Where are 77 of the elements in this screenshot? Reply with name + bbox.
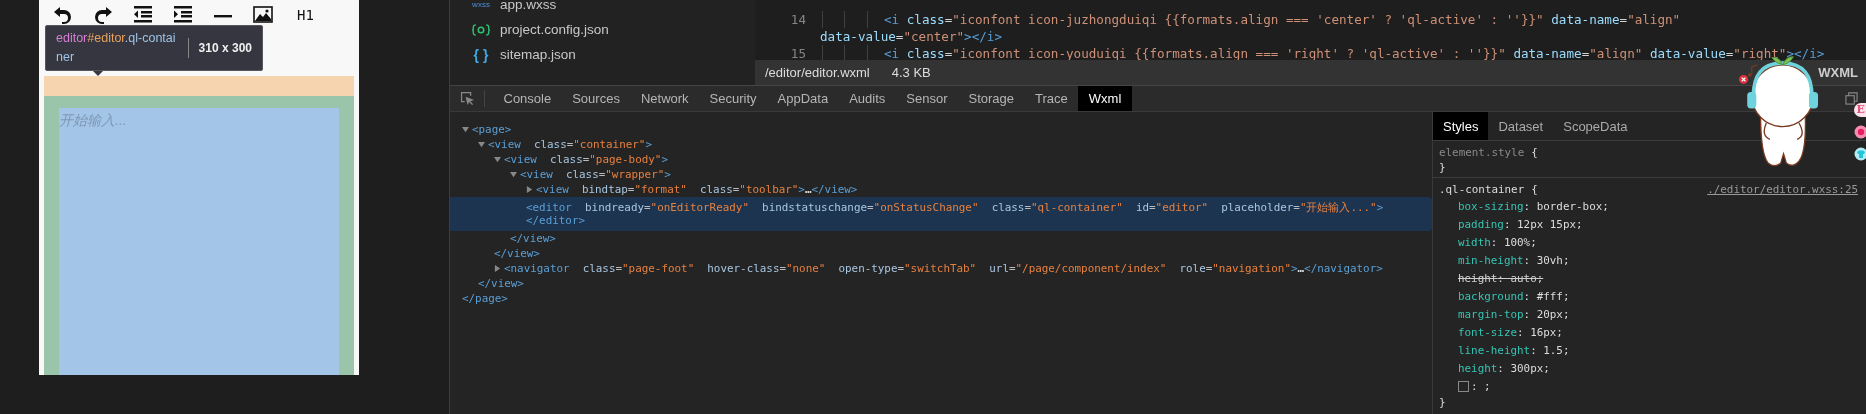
- node-close-tag: </editor>: [526, 214, 585, 227]
- flower-badge-icon[interactable]: [1854, 125, 1866, 139]
- wxml-node[interactable]: <page>: [472, 123, 512, 136]
- expand-arrow-icon[interactable]: [494, 265, 501, 272]
- file-item[interactable]: project.config.json: [450, 17, 755, 42]
- line-number: 15: [789, 46, 806, 60]
- node-close-tag: </view>: [478, 277, 524, 290]
- wxml-node[interactable]: <view class="container">: [488, 138, 652, 151]
- expand-arrow-icon[interactable]: [494, 156, 501, 163]
- image-icon[interactable]: [253, 4, 273, 24]
- devtools-tab[interactable]: Console: [493, 86, 562, 111]
- devtools-tab[interactable]: AppData: [767, 86, 839, 111]
- config-file-icon: [470, 23, 492, 36]
- style-declaration[interactable]: width: 100%;: [1458, 235, 1537, 249]
- devtools-tab[interactable]: Network: [630, 86, 700, 111]
- style-declaration[interactable]: min-height: 30vh;: [1458, 253, 1570, 267]
- empty-declaration[interactable]: : ;: [1471, 379, 1491, 393]
- restore-window-icon[interactable]: [1845, 92, 1858, 105]
- rule-selector: .ql-container: [1439, 183, 1525, 196]
- brace: {: [1531, 183, 1538, 196]
- wxss-file-icon: wxss: [470, 0, 492, 9]
- style-declaration[interactable]: height: 300px;: [1458, 361, 1550, 375]
- file-path: /editor/editor.wxml: [765, 65, 870, 80]
- node-open-tag: <editor bindready="onEditorReady" bindstatuschange="onStatusChange" class="ql-container" id="editor" placeholder="开始输入...">: [526, 201, 1384, 214]
- element-style-selector: element.style: [1439, 146, 1525, 159]
- indent-icon[interactable]: [173, 4, 193, 24]
- size-text: 310 x 300: [198, 41, 252, 55]
- brace: }: [1439, 161, 1446, 174]
- devtools-tab[interactable]: Audits: [838, 86, 896, 111]
- language-label: WXML: [1818, 65, 1858, 80]
- devtools-tab[interactable]: Wxml: [1078, 86, 1132, 111]
- style-declaration[interactable]: height: auto;: [1458, 271, 1544, 285]
- code-line: <i class="iconfont icon-juzhongduiqi {{formats.align === 'center' ? 'ql-active' : ''}}" data-name="align": [884, 12, 1681, 27]
- styles-tab[interactable]: Dataset: [1488, 112, 1554, 140]
- devtools-tab[interactable]: Security: [699, 86, 768, 111]
- wxml-node[interactable]: <editor bindready="onEditorReady" bindstatuschange="onStatusChange" class="ql-container" id="editor" placeholder="开始输入..."> </editor>: [450, 197, 1432, 231]
- style-declaration[interactable]: margin-top: 20px;: [1458, 307, 1570, 321]
- styles-tab[interactable]: ScopeData: [1553, 112, 1638, 140]
- shirt-badge-icon[interactable]: [1854, 147, 1866, 161]
- devtools-tab[interactable]: Sensor: [895, 86, 958, 111]
- wxml-node[interactable]: <view class="wrapper">: [520, 168, 671, 181]
- inspect-icon[interactable]: [460, 91, 475, 106]
- json-file-icon: { }: [470, 46, 492, 63]
- expand-arrow-icon[interactable]: [478, 141, 485, 148]
- wxml-node[interactable]: <view class="page-body">: [504, 153, 668, 166]
- redo-icon[interactable]: [93, 4, 113, 24]
- style-declaration[interactable]: box-sizing: border-box;: [1458, 199, 1609, 213]
- style-declaration[interactable]: background: #fff;: [1458, 289, 1570, 303]
- expand-arrow-icon[interactable]: [510, 171, 517, 178]
- undo-icon[interactable]: [53, 4, 73, 24]
- checkbox[interactable]: [1458, 380, 1469, 392]
- outdent-icon[interactable]: [133, 4, 153, 24]
- styles-tab[interactable]: Styles: [1433, 112, 1489, 140]
- file-item[interactable]: { } sitemap.json: [450, 42, 755, 67]
- devtools-tab[interactable]: Storage: [958, 86, 1025, 111]
- heading-button[interactable]: H1: [297, 7, 314, 23]
- expand-arrow-icon[interactable]: [462, 126, 469, 133]
- node-close-tag: </page>: [462, 292, 508, 305]
- source-link[interactable]: ./editor/editor.wxss:25: [1707, 183, 1858, 196]
- wxml-node[interactable]: <navigator class="page-foot" hover-class="none" open-type="switchTab" url="/page/component/index" role="navigation">…</navigator>: [504, 262, 1383, 275]
- style-declaration[interactable]: font-size: 16px;: [1458, 325, 1563, 339]
- brace: }: [1439, 396, 1446, 409]
- devtools-tab[interactable]: Sources: [561, 86, 631, 111]
- line-number: 14: [789, 12, 806, 27]
- node-close-tag: </view>: [494, 247, 540, 260]
- node-close-tag: </view>: [510, 232, 556, 245]
- file-size: 4.3 KB: [891, 65, 931, 80]
- expand-arrow-icon[interactable]: [526, 186, 533, 193]
- selector-text: editor#editor.ql-container: [56, 30, 176, 66]
- style-declaration[interactable]: line-height: 1.5;: [1458, 343, 1570, 357]
- file-item[interactable]: wxss app.wxss: [450, 0, 755, 17]
- brace: {: [1531, 146, 1538, 159]
- devtools-tab[interactable]: Trace: [1024, 86, 1079, 111]
- style-declaration[interactable]: padding: 12px 15px;: [1458, 217, 1583, 231]
- code-line: data-value="center"></i>: [820, 29, 1003, 44]
- code-line: <i class="iconfont icon-youduiqi {{formats.align === 'right' ? 'ql-active' : ''}}" data-name="align" data-value="right"></i>: [884, 46, 1825, 60]
- wxml-node[interactable]: <view bindtap="format" class="toolbar">…</view>: [536, 183, 858, 196]
